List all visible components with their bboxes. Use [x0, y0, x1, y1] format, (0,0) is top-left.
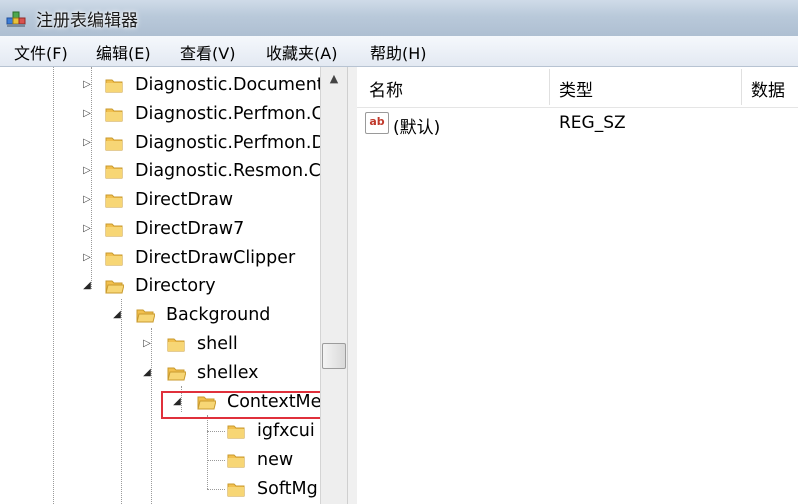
tree-node[interactable]: ▷ shell [0, 332, 320, 356]
menu-edit[interactable]: 编辑(E) [96, 40, 151, 64]
tree-node[interactable]: new [0, 448, 320, 472]
tree-node-label: Background [166, 305, 271, 325]
tree-node-label: Diagnostic.Perfmon.C [135, 104, 320, 124]
expanded-arrow-icon[interactable]: ◢ [82, 280, 92, 292]
title-bar: 注册表编辑器 [0, 0, 798, 37]
tree-node[interactable]: ▷ Diagnostic.Document [0, 73, 320, 97]
tree-node-label: Diagnostic.Document [135, 75, 320, 95]
tree-node[interactable]: ▷ Diagnostic.Resmon.C [0, 159, 320, 183]
folder-icon [105, 165, 123, 179]
folder-icon [105, 194, 123, 208]
column-separator[interactable] [741, 69, 742, 105]
tree-node[interactable]: ▷ DirectDrawClipper [0, 246, 320, 270]
tree-node[interactable]: ◢ Directory [0, 274, 320, 298]
collapsed-arrow-icon[interactable]: ▷ [82, 108, 92, 120]
key-tree: ▷ Diagnostic.Document ▷ Diagnostic.Perfm… [0, 67, 320, 504]
collapsed-arrow-icon[interactable]: ▷ [82, 165, 92, 177]
values-list: 名称 类型 数据 ab (默认) REG_SZ [357, 67, 798, 504]
tree-node[interactable]: ▷ DirectDraw7 [0, 217, 320, 241]
string-value-icon: ab [365, 112, 389, 134]
folder-icon [105, 137, 123, 151]
folder-icon [105, 79, 123, 93]
open-folder-icon [136, 309, 155, 323]
scroll-thumb[interactable] [322, 343, 346, 369]
window-title: 注册表编辑器 [36, 11, 138, 31]
tree-node-label: new [257, 450, 294, 470]
menu-file[interactable]: 文件(F) [14, 40, 68, 64]
tree-node-label: SoftMg [257, 479, 318, 499]
tree-node-label: Diagnostic.Perfmon.D [135, 133, 320, 153]
tree-node[interactable]: ◢ Background [0, 303, 320, 327]
menu-view[interactable]: 查看(V) [180, 40, 235, 64]
folder-icon [105, 252, 123, 266]
column-header-name[interactable]: 名称 [369, 76, 403, 101]
list-header: 名称 类型 数据 [357, 67, 798, 108]
folder-icon [227, 425, 245, 439]
folder-icon [105, 108, 123, 122]
tree-node-label: shell [197, 334, 238, 354]
tree-node-label: DirectDraw7 [135, 219, 245, 239]
value-type: REG_SZ [559, 113, 626, 133]
menu-favorites[interactable]: 收藏夹(A) [266, 40, 337, 64]
value-name: (默认) [393, 118, 441, 138]
column-header-data[interactable]: 数据 [751, 76, 785, 101]
tree-node[interactable]: ▷ DirectDraw [0, 188, 320, 212]
folder-icon [227, 483, 245, 497]
collapsed-arrow-icon[interactable]: ▷ [82, 79, 92, 91]
collapsed-arrow-icon[interactable]: ▷ [82, 252, 92, 264]
folder-icon [167, 338, 185, 352]
collapsed-arrow-icon[interactable]: ▷ [82, 137, 92, 149]
tree-scrollbar[interactable]: ▲ [320, 67, 347, 504]
scroll-up-arrow-icon[interactable]: ▲ [321, 67, 347, 91]
open-folder-icon [105, 280, 124, 294]
tree-node[interactable]: igfxcui [0, 419, 320, 443]
collapsed-arrow-icon[interactable]: ▷ [82, 194, 92, 206]
column-header-type[interactable]: 类型 [559, 76, 593, 101]
tree-node-label: DirectDraw [135, 190, 234, 210]
expanded-arrow-icon[interactable]: ◢ [112, 309, 122, 321]
tree-node[interactable]: ◢ shellex [0, 361, 320, 385]
tree-node[interactable]: ▷ Diagnostic.Perfmon.D [0, 131, 320, 155]
folder-icon [227, 454, 245, 468]
regedit-icon [6, 11, 26, 27]
folder-icon [105, 223, 123, 237]
tree-node[interactable]: ▷ Diagnostic.Perfmon.C [0, 102, 320, 126]
menu-bar: 文件(F) 编辑(E) 查看(V) 收藏夹(A) 帮助(H) [0, 36, 798, 67]
collapsed-arrow-icon[interactable]: ▷ [142, 338, 152, 350]
column-separator[interactable] [549, 69, 550, 105]
tree-node-label: igfxcui [257, 421, 315, 441]
tree-node-label: Diagnostic.Resmon.C [135, 161, 320, 181]
tree-node-label: DirectDrawClipper [135, 248, 296, 268]
tree-node[interactable]: SoftMg [0, 477, 320, 501]
open-folder-icon [167, 367, 186, 381]
expanded-arrow-icon[interactable]: ◢ [142, 367, 152, 379]
tree-node-label: Directory [135, 276, 216, 296]
tree-node-label: shellex [197, 363, 259, 383]
collapsed-arrow-icon[interactable]: ▷ [82, 223, 92, 235]
menu-help[interactable]: 帮助(H) [370, 40, 427, 64]
